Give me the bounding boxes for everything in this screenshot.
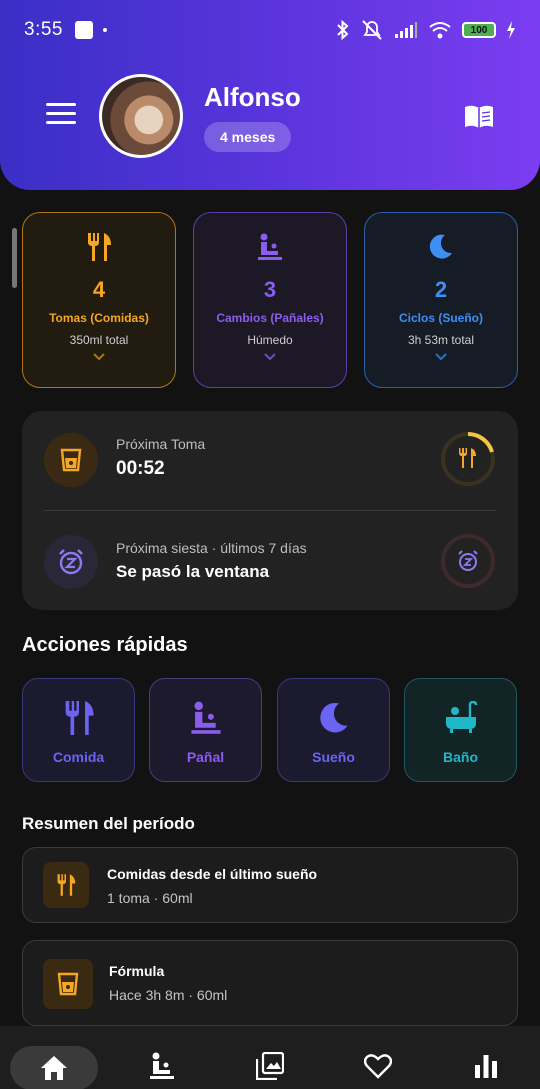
fork-knife-icon: [57, 874, 76, 896]
book-icon[interactable]: [463, 104, 495, 130]
moon-icon: [319, 702, 348, 733]
heart-icon: [364, 1054, 392, 1079]
alarm-snooze-icon: [59, 549, 83, 575]
next-nap-label: Próxima siesta · últimos 7 días: [116, 540, 307, 556]
notification-icon: [74, 21, 93, 39]
stat-card-sleep[interactable]: 2 Ciclos (Sueño) 3h 53m total: [364, 212, 518, 388]
status-bar: 3:55 100: [0, 0, 540, 60]
nap-progress-ring: [441, 534, 495, 588]
age-badge: 4 meses: [204, 122, 292, 152]
summary-card[interactable]: Fórmula Hace 3h 8m · 60ml: [22, 940, 518, 1026]
nav-diaper-button[interactable]: [144, 1046, 180, 1086]
quick-action-label: Pañal: [186, 749, 225, 765]
scroll-indicator[interactable]: [12, 228, 17, 288]
quick-action-food-button[interactable]: Comida: [22, 678, 135, 782]
bottom-navigation: [0, 1026, 540, 1089]
next-feed-label: Próxima Toma: [116, 436, 206, 452]
summary-title: Resumen del período: [22, 814, 195, 833]
stat-label: Cambios (Pañales): [216, 311, 324, 325]
moon-icon: [429, 234, 452, 259]
stat-sub: Húmedo: [247, 333, 293, 347]
summary-card-sub: 1 toma · 60ml: [107, 890, 193, 906]
signal-icon: [395, 22, 417, 38]
stat-card-feeds[interactable]: 4 Tomas (Comidas) 350ml total: [22, 212, 176, 388]
wifi-icon: [429, 22, 451, 39]
nav-home-button[interactable]: [10, 1046, 98, 1089]
stat-card-diapers[interactable]: 3 Cambios (Pañales) Húmedo: [193, 212, 347, 388]
summary-icon-bubble: [43, 959, 93, 1009]
summary-card-title: Comidas desde el último sueño: [107, 866, 318, 882]
battery-icon: 100: [462, 22, 496, 38]
baby-name: Alfonso: [204, 82, 301, 112]
chevron-down-icon: [93, 353, 105, 361]
status-icons: 100: [336, 19, 516, 41]
quick-action-label: Baño: [443, 749, 478, 765]
summary-card-sub: Hace 3h 8m · 60ml: [109, 987, 228, 1003]
quick-action-label: Comida: [52, 749, 105, 765]
nav-stats-button[interactable]: [468, 1046, 504, 1086]
next-feed-icon-bubble: [44, 433, 98, 487]
baby-changing-icon: [258, 233, 282, 260]
nav-gallery-button[interactable]: [252, 1046, 288, 1086]
charging-icon: [507, 21, 515, 39]
stat-label: Ciclos (Sueño): [398, 311, 483, 325]
stat-label: Tomas (Comidas): [49, 311, 149, 325]
divider: [44, 510, 496, 511]
stat-value: 4: [92, 277, 106, 302]
quick-action-sleep-button[interactable]: Sueño: [277, 678, 390, 782]
avatar[interactable]: [99, 74, 183, 158]
quick-action-diaper-button[interactable]: Pañal: [149, 678, 262, 782]
quick-action-bath-button[interactable]: Baño: [404, 678, 517, 782]
chevron-down-icon: [435, 353, 447, 361]
baby-changing-icon: [190, 701, 221, 734]
home-icon: [41, 1056, 67, 1080]
summary-card[interactable]: Comidas desde el último sueño 1 toma · 6…: [22, 847, 518, 923]
next-events-panel: Próxima Toma 00:52 Próxima siesta · últi…: [22, 411, 518, 610]
stat-sub: 3h 53m total: [407, 333, 475, 347]
baby-changing-icon: [150, 1052, 174, 1079]
feed-progress-ring: [441, 432, 495, 486]
next-nap-icon-bubble: [44, 535, 98, 589]
chevron-down-icon: [264, 353, 276, 361]
mute-icon: [362, 20, 382, 40]
fork-knife-icon: [65, 701, 94, 735]
menu-icon: [46, 103, 76, 106]
cup-icon: [60, 448, 82, 472]
menu-button[interactable]: [46, 103, 76, 127]
cup-icon: [57, 972, 79, 996]
stat-sub: 350ml total: [69, 333, 129, 347]
nav-favorites-button[interactable]: [360, 1046, 396, 1086]
stat-value: 2: [434, 277, 448, 302]
more-notifications-icon: [102, 28, 107, 32]
quick-actions-title: Acciones rápidas: [22, 634, 188, 656]
summary-icon-bubble: [43, 862, 89, 908]
quick-action-label: Sueño: [312, 749, 355, 765]
fork-knife-icon: [88, 233, 111, 261]
bar-chart-icon: [475, 1055, 497, 1078]
stat-value: 3: [263, 277, 277, 302]
gallery-icon: [256, 1052, 284, 1080]
next-feed-value: 00:52: [116, 458, 165, 479]
bathtub-icon: [445, 701, 477, 733]
summary-card-title: Fórmula: [109, 963, 165, 979]
bluetooth-icon: [337, 20, 349, 40]
status-time: 3:55: [24, 19, 63, 40]
next-nap-value: Se pasó la ventana: [116, 562, 270, 581]
